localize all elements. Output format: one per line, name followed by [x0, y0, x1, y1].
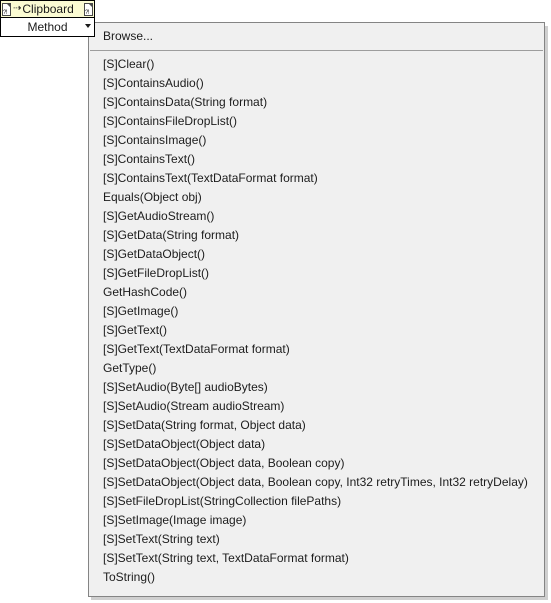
menu-item[interactable]: [S]SetData(String format, Object data)	[89, 416, 544, 435]
clipboard-node-title-bar: ?! ⇢ Clipboard ?!	[1, 1, 94, 18]
menu-item[interactable]: [S]SetAudio(Byte[] audioBytes)	[89, 378, 544, 397]
menu-item[interactable]: [S]SetText(String text, TextDataFormat f…	[89, 549, 544, 568]
menu-item[interactable]: [S]ContainsText(TextDataFormat format)	[89, 169, 544, 188]
menu-item[interactable]: GetType()	[89, 359, 544, 378]
chevron-down-icon[interactable]	[85, 24, 91, 28]
menu-item-browse[interactable]: Browse...	[89, 27, 544, 46]
method-dropdown-menu[interactable]: Browse... [S]Clear() [S]ContainsAudio() [S…	[88, 22, 545, 597]
method-selector-label: Method	[27, 19, 68, 34]
menu-item[interactable]: [S]GetText(TextDataFormat format)	[89, 340, 544, 359]
menu-item[interactable]: [S]ContainsText()	[89, 150, 544, 169]
menu-item[interactable]: [S]SetText(String text)	[89, 530, 544, 549]
menu-item[interactable]: [S]SetDataObject(Object data, Boolean co…	[89, 454, 544, 473]
menu-item[interactable]: [S]ContainsAudio()	[89, 74, 544, 93]
menu-item[interactable]: [S]Clear()	[89, 55, 544, 74]
method-selector-row[interactable]: Method	[1, 18, 94, 36]
menu-item[interactable]: [S]SetImage(Image image)	[89, 511, 544, 530]
menu-item[interactable]: [S]SetDataObject(Object data, Boolean co…	[89, 473, 544, 492]
clipboard-node[interactable]: ?! ⇢ Clipboard ?! Method	[0, 0, 95, 37]
menu-item[interactable]: [S]SetDataObject(Object data)	[89, 435, 544, 454]
document-terminal-icon: ?!	[2, 2, 11, 16]
menu-item[interactable]: [S]SetFileDropList(StringCollection file…	[89, 492, 544, 511]
menu-item[interactable]: [S]GetFileDropList()	[89, 264, 544, 283]
menu-item[interactable]: [S]GetDataObject()	[89, 245, 544, 264]
menu-item[interactable]: [S]ContainsData(String format)	[89, 93, 544, 112]
menu-item[interactable]: [S]GetText()	[89, 321, 544, 340]
menu-item[interactable]: [S]GetImage()	[89, 302, 544, 321]
question-exclamation-glyph: ?!	[85, 9, 90, 16]
clipboard-node-label: Clipboard	[22, 1, 74, 16]
dotted-arrow-icon: ⇢	[13, 3, 21, 14]
menu-item[interactable]: GetHashCode()	[89, 283, 544, 302]
menu-item[interactable]: [S]GetAudioStream()	[89, 207, 544, 226]
method-list[interactable]: [S]Clear() [S]ContainsAudio() [S]ContainsD…	[89, 55, 544, 587]
menu-separator	[90, 50, 543, 51]
menu-item[interactable]: [S]GetData(String format)	[89, 226, 544, 245]
question-exclamation-glyph: ?!	[3, 9, 8, 16]
page-fold	[7, 3, 10, 7]
menu-item[interactable]: [S]SetAudio(Stream audioStream)	[89, 397, 544, 416]
menu-item[interactable]: Equals(Object obj)	[89, 188, 544, 207]
menu-item[interactable]: [S]ContainsFileDropList()	[89, 112, 544, 131]
menu-item[interactable]: [S]ContainsImage()	[89, 131, 544, 150]
menu-item[interactable]: ToString()	[89, 568, 544, 587]
document-terminal-icon-right: ?!	[84, 2, 93, 16]
page-fold	[89, 3, 92, 7]
